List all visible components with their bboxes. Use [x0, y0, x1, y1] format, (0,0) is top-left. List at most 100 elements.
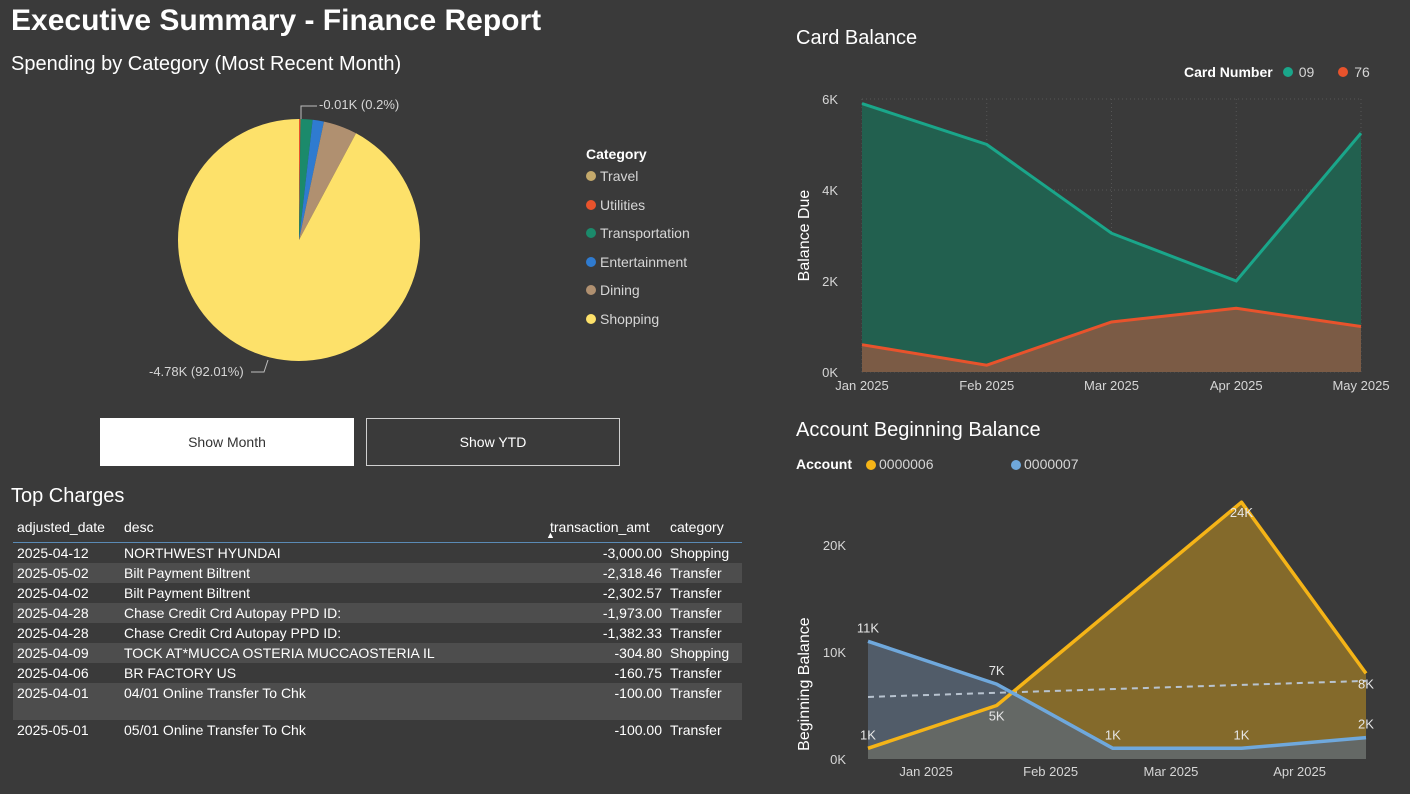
account-0000007-dot-icon	[1011, 460, 1021, 470]
x-tick-label: Jan 2025	[835, 378, 889, 393]
pie-legend-item[interactable]: Transportation	[586, 219, 690, 248]
cell-amount: -1,973.00	[546, 603, 666, 623]
cell-category: Transfer	[670, 722, 722, 738]
column-header-desc[interactable]: desc	[120, 511, 546, 543]
show-month-button[interactable]: Show Month	[100, 418, 354, 466]
column-header-adjusted-date[interactable]: adjusted_date	[13, 511, 120, 543]
cell-date: 2025-04-01	[13, 683, 120, 720]
pie-callout-bottom: -4.78K (92.01%)	[149, 364, 244, 379]
account-balance-chart[interactable]: 0K 10K 20K Jan 2025 Feb 2025 Mar 2025 Apr 2025…	[780, 480, 1400, 794]
top-charges-table: adjusted_date desc transaction_amt ▲ cate…	[13, 511, 742, 740]
cell-desc: Chase Credit Crd Autopay PPD ID:	[120, 603, 546, 623]
cell-category: Transfer	[666, 563, 742, 583]
pie-legend-label: Shopping	[600, 310, 660, 327]
sort-ascending-icon: ▲	[546, 530, 555, 540]
card-legend-76[interactable]: 76	[1354, 64, 1370, 80]
pie-legend-label: Utilities	[600, 196, 646, 213]
data-label: 5K	[989, 709, 1005, 724]
account-legend-title: Account	[796, 456, 852, 472]
legend-dot-icon	[586, 256, 596, 267]
pie-callout-line-bottom	[251, 359, 269, 373]
cell-desc: BR FACTORY US	[124, 665, 237, 681]
column-header-transaction-amt-label: transaction_amt	[550, 518, 650, 535]
pie-callout-top: -0.01K (0.2%)	[319, 97, 399, 112]
legend-dot-icon	[586, 228, 596, 239]
pie-legend-item[interactable]: Entertainment	[586, 248, 690, 277]
pie-legend-label: Transportation	[600, 225, 690, 242]
cell-date: 2025-04-06	[17, 665, 89, 681]
table-row[interactable]: 2025-05-01 05/01 Online Transfer To Chk -1…	[13, 720, 742, 740]
x-tick-label: Jan 2025	[899, 764, 953, 779]
data-label: 1K	[1234, 727, 1250, 742]
account-0000006-dot-icon	[866, 460, 876, 470]
data-label: 8K	[1358, 676, 1374, 691]
y-tick-label: 2K	[822, 274, 838, 289]
y-tick-label: 10K	[823, 645, 846, 660]
card-legend-09[interactable]: 09	[1299, 64, 1315, 80]
table-row[interactable]: 2025-04-28 Chase Credit Crd Autopay PPD I…	[13, 623, 742, 643]
cell-desc: NORTHWEST HYUNDAI	[124, 545, 281, 561]
table-row[interactable]: 2025-04-06 BR FACTORY US -160.75 Transfer	[13, 663, 742, 683]
account-legend-0000007[interactable]: 0000007	[1024, 456, 1079, 472]
pie-legend-item[interactable]: Utilities	[586, 191, 690, 220]
cell-desc: 04/01 Online Transfer To Chk	[120, 683, 546, 720]
cell-category: Shopping	[666, 643, 742, 663]
cell-amount: -1,382.33	[602, 625, 662, 641]
cell-category: Transfer	[670, 665, 722, 681]
account-balance-title: Account Beginning Balance	[796, 419, 1041, 441]
legend-dot-icon	[586, 285, 596, 296]
cell-category: Transfer	[670, 625, 722, 641]
pie-legend-item[interactable]: Travel	[586, 162, 690, 191]
data-label: 24K	[1230, 505, 1253, 520]
cell-amount: -100.00	[546, 683, 666, 720]
y-tick-label: 4K	[822, 183, 838, 198]
legend-dot-icon	[586, 171, 596, 182]
cell-date: 2025-05-02	[13, 563, 120, 583]
page-title: Executive Summary - Finance Report	[11, 4, 542, 37]
pie-chart[interactable]: -0.01K (0.2%) -4.78K (92.01%)	[0, 80, 560, 400]
y-tick-label: 0K	[830, 752, 846, 767]
card-balance-chart[interactable]: 0K2K4K6KJan 2025 Feb 2025 Mar 2025 Apr 2025…	[780, 85, 1400, 405]
table-row[interactable]: 2025-04-02 Bilt Payment Biltrent -2,302.57…	[13, 583, 742, 603]
card-balance-legend: Card Number 09 76	[1184, 64, 1370, 80]
table-row[interactable]: 2025-04-09 TOCK AT*MUCCA OSTERIA MUCCAOST…	[13, 643, 742, 663]
show-ytd-button[interactable]: Show YTD	[366, 418, 620, 466]
table-row[interactable]: 2025-04-01 04/01 Online Transfer To Chk -1…	[13, 683, 742, 720]
cell-category: Shopping	[670, 545, 730, 561]
data-label: 1K	[1105, 727, 1121, 742]
cell-desc: 05/01 Online Transfer To Chk	[124, 722, 306, 738]
cell-desc: Bilt Payment Biltrent	[120, 563, 546, 583]
column-header-transaction-amt[interactable]: transaction_amt ▲	[546, 511, 666, 543]
cell-desc: TOCK AT*MUCCA OSTERIA MUCCAOSTERIA IL	[120, 643, 546, 663]
table-row[interactable]: 2025-05-02 Bilt Payment Biltrent -2,318.46…	[13, 563, 742, 583]
cell-amount: -2,302.57	[602, 585, 662, 601]
cell-amount: -3,000.00	[602, 545, 662, 561]
data-label: 11K	[857, 620, 879, 635]
pie-legend-title: Category	[586, 146, 647, 162]
cell-amount: -2,318.46	[546, 563, 666, 583]
account-legend-0000006[interactable]: 0000006	[879, 456, 934, 472]
x-tick-label: Apr 2025	[1273, 764, 1326, 779]
x-tick-label: Feb 2025	[959, 378, 1014, 393]
cell-amount: -304.80	[546, 643, 666, 663]
y-tick-label: 20K	[823, 538, 846, 553]
pie-legend-item[interactable]: Dining	[586, 276, 690, 305]
pie-legend-item[interactable]: Shopping	[586, 305, 690, 334]
pie-legend: Category Travel Utilities Transportation En…	[586, 146, 690, 333]
data-label: 7K	[989, 663, 1005, 678]
y-axis-label: Beginning Balance	[796, 617, 813, 751]
pie-chart-title: Spending by Category (Most Recent Month)	[11, 53, 402, 75]
y-tick-label: 6K	[822, 92, 838, 107]
legend-dot-icon	[586, 199, 596, 210]
cell-date: 2025-04-02	[17, 585, 89, 601]
cell-category: Transfer	[666, 683, 742, 720]
table-row[interactable]: 2025-04-12 NORTHWEST HYUNDAI -3,000.00 Shop…	[13, 543, 742, 564]
table-row[interactable]: 2025-04-28 Chase Credit Crd Autopay PPD I…	[13, 603, 742, 623]
x-tick-label: Apr 2025	[1210, 378, 1263, 393]
column-header-category[interactable]: category	[666, 511, 742, 543]
pie-legend-label: Dining	[600, 282, 640, 299]
cell-desc: Chase Credit Crd Autopay PPD ID:	[124, 625, 342, 641]
cell-category: Transfer	[666, 603, 742, 623]
legend-dot-icon	[586, 313, 596, 324]
card-76-dot-icon	[1338, 67, 1349, 77]
